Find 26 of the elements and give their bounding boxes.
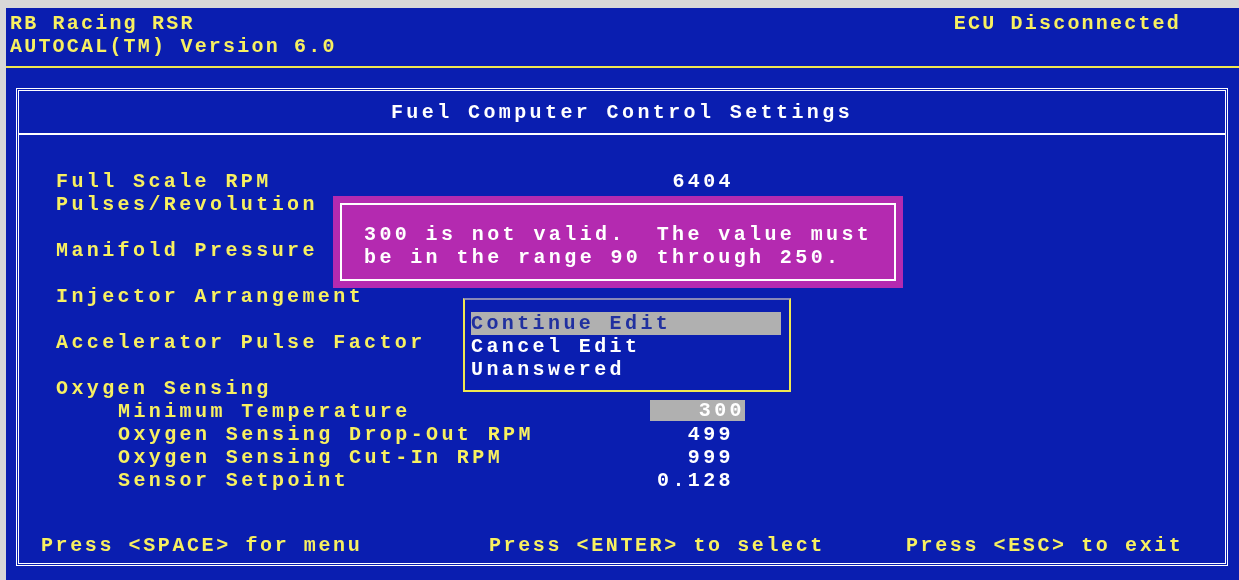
setting-label: Full Scale RPM xyxy=(56,170,272,193)
app-version: AUTOCAL(TM) Version 6.0 xyxy=(10,35,337,58)
panel-title: Fuel Computer Control Settings xyxy=(390,100,854,124)
error-message: be in the range 90 through 250. xyxy=(364,246,843,269)
connection-status: ECU Disconnected xyxy=(953,12,1181,37)
setting-value: 0.128 xyxy=(656,469,734,492)
setting-label: Manifold Pressure xyxy=(56,239,318,262)
footer-hint: Press <SPACE> for menu xyxy=(41,534,364,557)
error-message: 300 is not valid. The value must xyxy=(364,223,874,246)
setting-label: Oxygen Sensing xyxy=(56,377,272,400)
menu-item[interactable]: Unanswered xyxy=(471,358,781,381)
setting-label: Minimum Temperature xyxy=(118,400,411,423)
setting-value: 6404 xyxy=(671,170,734,193)
menu-item[interactable]: Cancel Edit xyxy=(471,335,781,358)
setting-label: Injector Arrangement xyxy=(56,285,365,308)
footer-hint: Press <ESC> to exit xyxy=(906,534,1184,557)
setting-label: Pulses/Revolution xyxy=(56,193,318,216)
footer-hint: Press <ENTER> to select xyxy=(489,534,826,557)
setting-value: 499 xyxy=(686,423,734,446)
setting-label: Oxygen Sensing Drop-Out RPM xyxy=(118,423,534,446)
menu-item[interactable]: Continue Edit xyxy=(471,312,781,335)
setting-label: Sensor Setpoint xyxy=(118,469,350,492)
setting-label: Oxygen Sensing Cut-In RPM xyxy=(118,446,504,469)
app-title: RB Racing RSR xyxy=(10,12,196,35)
setting-value: 999 xyxy=(686,446,734,469)
setting-label: Accelerator Pulse Factor xyxy=(56,331,426,354)
